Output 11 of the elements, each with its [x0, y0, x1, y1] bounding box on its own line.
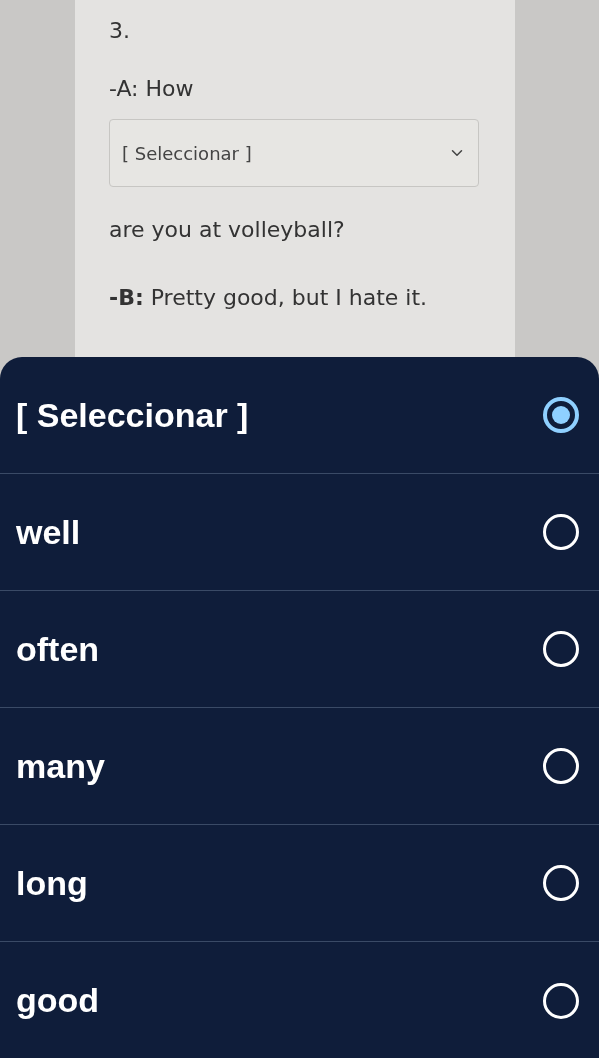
- option-row[interactable]: many: [0, 708, 599, 825]
- answer-select[interactable]: [ Seleccionar ]: [109, 119, 479, 187]
- answer-text: -B: Pretty good, but I hate it.: [109, 284, 429, 312]
- option-row[interactable]: good: [0, 942, 599, 1058]
- question-text: are you at volleyball?: [109, 216, 346, 244]
- question-text: -A: How: [109, 75, 195, 103]
- option-row[interactable]: often: [0, 591, 599, 708]
- option-row[interactable]: [ Seleccionar ]: [0, 357, 599, 474]
- option-row[interactable]: well: [0, 474, 599, 591]
- question-number: 3.: [109, 17, 131, 45]
- option-row[interactable]: long: [0, 825, 599, 942]
